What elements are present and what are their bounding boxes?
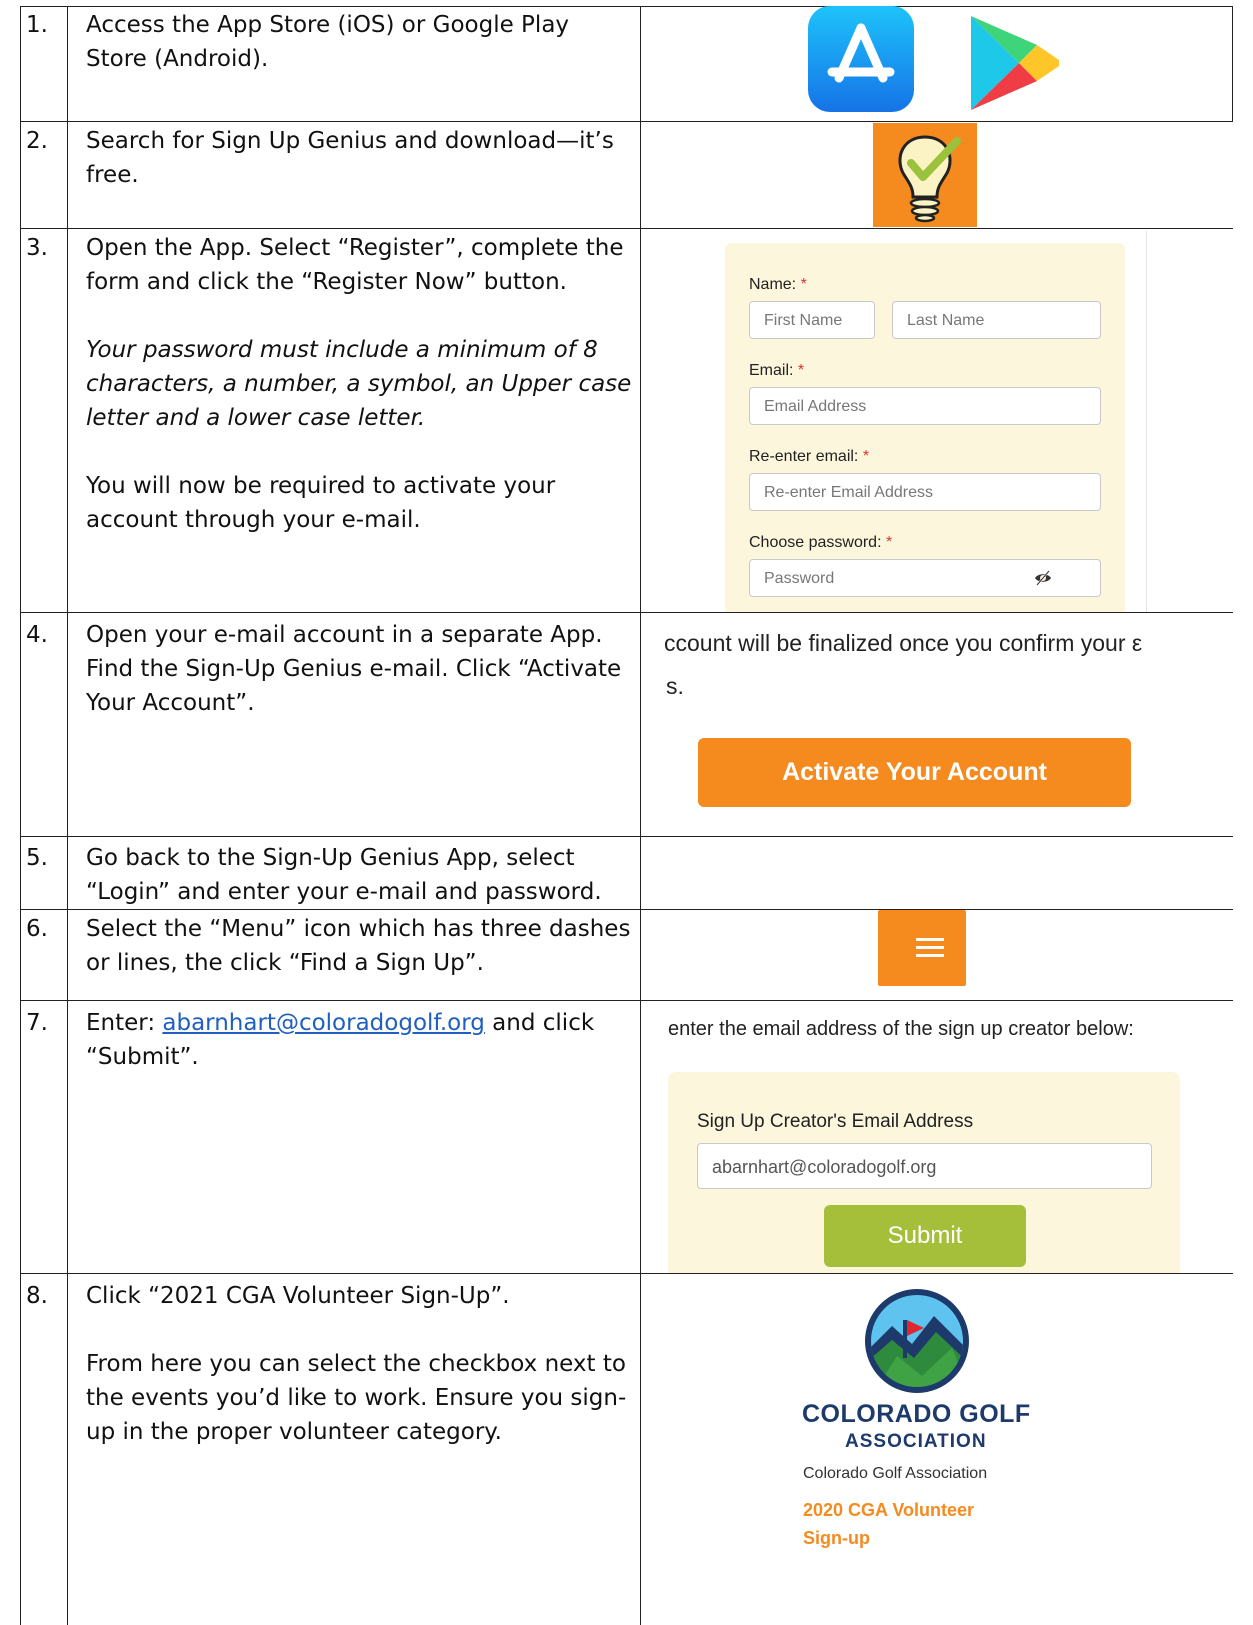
- step-number: 8.: [26, 1283, 48, 1309]
- signup-title-line[interactable]: Sign-up: [803, 1524, 974, 1552]
- cga-logo-title: COLORADO GOLF: [802, 1400, 1031, 1428]
- step-line: free.: [86, 162, 139, 188]
- step-line: up in the proper volunteer category.: [86, 1419, 502, 1445]
- password-label: Choose password: *: [749, 534, 893, 551]
- step-number: 6.: [26, 916, 48, 942]
- row-divider-3: [20, 612, 1233, 613]
- step-line: “Submit”.: [86, 1044, 199, 1070]
- creator-email-field[interactable]: abarnhart@coloradogolf.org: [697, 1143, 1152, 1189]
- org-name: Colorado Golf Association: [803, 1465, 988, 1482]
- step-line: Go back to the Sign-Up Genius App, selec…: [86, 845, 575, 871]
- step-line: “Login” and enter your e-mail and passwo…: [86, 879, 602, 905]
- step-line: Find the Sign-Up Genius e-mail. Click “A…: [86, 656, 622, 682]
- step-line: Your Account”.: [86, 690, 255, 716]
- password-note: letter and a lower case letter.: [86, 405, 426, 431]
- step-line: Enter: abarnhart@coloradogolf.org and cl…: [86, 1010, 595, 1036]
- step-number: 1.: [26, 12, 48, 38]
- step-line: form and click the “Register Now” button…: [86, 269, 567, 295]
- menu-button[interactable]: [878, 910, 966, 986]
- signup-title: 2020 CGA Volunteer Sign-up: [803, 1496, 974, 1552]
- find-signup-instruction: enter the email address of the sign up c…: [668, 1018, 1134, 1040]
- step-number: 3.: [26, 235, 48, 261]
- step-number: 5.: [26, 845, 48, 871]
- row-divider-4: [20, 836, 1233, 837]
- name-label: Name: *: [749, 276, 807, 293]
- app-store-icon: [808, 6, 914, 112]
- row-divider-7: [20, 1273, 1233, 1274]
- table-border-right: [1232, 6, 1233, 121]
- last-name-field[interactable]: Last Name: [892, 301, 1101, 339]
- email-field[interactable]: Email Address: [749, 387, 1101, 425]
- step-text: Enter: abarnhart@coloradogolf.org and cl…: [86, 1006, 646, 1074]
- step-text: Select the “Menu” icon which has three d…: [86, 912, 646, 980]
- step-text: Click “2021 CGA Volunteer Sign-Up”. From…: [86, 1279, 646, 1449]
- first-name-field[interactable]: First Name: [749, 301, 875, 339]
- step-line: Access the App Store (iOS) or Google Pla…: [86, 12, 570, 38]
- email-label: Email: *: [749, 362, 805, 379]
- cga-logo-icon: [862, 1286, 972, 1396]
- activation-message: ccount will be finalized once you confir…: [664, 630, 1143, 656]
- menu-icon: [916, 938, 944, 941]
- step-line: account through your e-mail.: [86, 507, 421, 533]
- register-form-edge: [1146, 231, 1147, 612]
- row-divider-top: [20, 6, 1233, 7]
- step-line: Store (Android).: [86, 46, 269, 72]
- activation-message-end: s.: [666, 673, 684, 699]
- step-text: Open the App. Select “Register”, complet…: [86, 231, 646, 537]
- creator-email-label: Sign Up Creator's Email Address: [697, 1111, 974, 1132]
- row-divider-2: [20, 228, 1233, 229]
- google-play-icon: [967, 14, 1063, 112]
- step-number: 7.: [26, 1010, 48, 1036]
- row-divider-5: [20, 909, 1233, 910]
- submit-button[interactable]: Submit: [824, 1205, 1026, 1267]
- signup-genius-icon: [873, 123, 977, 227]
- cga-logo-subtitle: ASSOCIATION: [845, 1431, 987, 1452]
- step-line: Select the “Menu” icon which has three d…: [86, 916, 631, 942]
- step-line: You will now be required to activate you…: [86, 473, 556, 499]
- step-number: 4.: [26, 622, 48, 648]
- step-text: Search for Sign Up Genius and download—i…: [86, 124, 646, 192]
- step-number: 2.: [26, 128, 48, 154]
- step-text: Open your e-mail account in a separate A…: [86, 618, 646, 720]
- row-divider-1: [20, 121, 1233, 122]
- password-note: Your password must include a minimum of …: [86, 337, 598, 363]
- step-line: the events you’d like to work. Ensure yo…: [86, 1385, 627, 1411]
- signup-title-line[interactable]: 2020 CGA Volunteer: [803, 1496, 974, 1524]
- step-text: Go back to the Sign-Up Genius App, selec…: [86, 841, 646, 909]
- step-line: Open the App. Select “Register”, complet…: [86, 235, 624, 261]
- step-line: Open your e-mail account in a separate A…: [86, 622, 603, 648]
- table-border-num: [67, 6, 68, 1625]
- step-line: Click “2021 CGA Volunteer Sign-Up”.: [86, 1283, 510, 1309]
- creator-email-link[interactable]: abarnhart@coloradogolf.org: [162, 1010, 484, 1036]
- table-border-left: [20, 6, 21, 1625]
- register-form: [725, 243, 1125, 612]
- reenter-email-label: Re-enter email: *: [749, 448, 870, 465]
- reenter-email-field[interactable]: Re-enter Email Address: [749, 473, 1101, 511]
- password-note: characters, a number, a symbol, an Upper…: [86, 371, 632, 397]
- row-divider-6: [20, 1000, 1233, 1001]
- step-line: or lines, the click “Find a Sign Up”.: [86, 950, 484, 976]
- step-text: Access the App Store (iOS) or Google Pla…: [86, 8, 646, 76]
- step-line: From here you can select the checkbox ne…: [86, 1351, 626, 1377]
- step-line: Search for Sign Up Genius and download—i…: [86, 128, 614, 154]
- eye-slash-icon[interactable]: [1034, 569, 1052, 587]
- activate-account-button[interactable]: Activate Your Account: [698, 738, 1131, 807]
